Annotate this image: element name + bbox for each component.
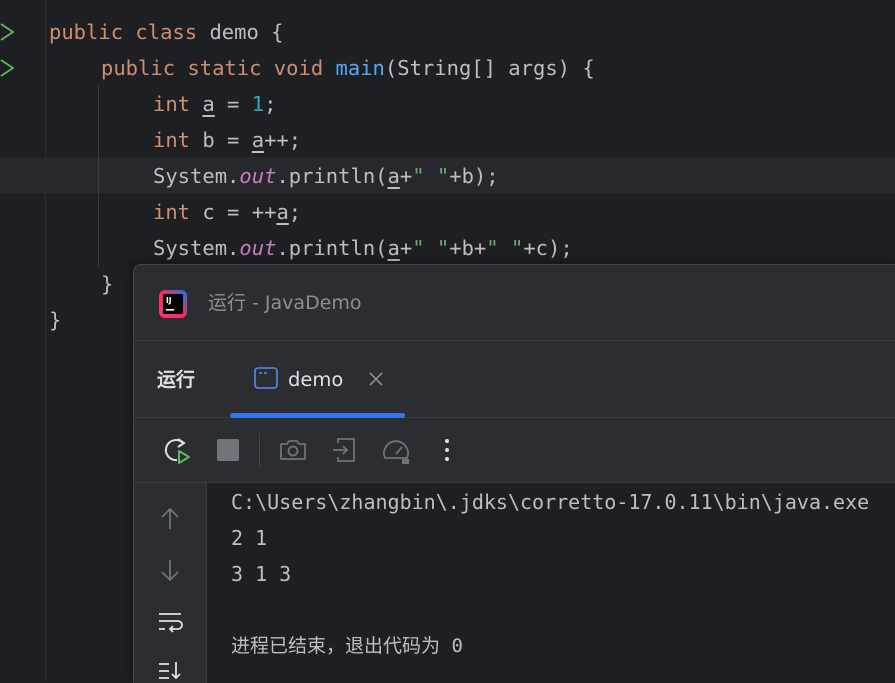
svg-text:IJ: IJ — [166, 296, 172, 305]
run-class-icon[interactable] — [0, 23, 14, 41]
gauge-icon[interactable] — [380, 434, 412, 466]
code-line-8: } — [101, 272, 114, 296]
console-icon — [254, 367, 278, 389]
exit-status-line: 进程已结束，退出代码为 0 — [231, 635, 463, 657]
console-side-toolbar — [134, 483, 207, 683]
intellij-logo-icon: IJ — [159, 290, 187, 318]
arrow-up-icon[interactable] — [156, 505, 184, 533]
soft-wrap-icon[interactable] — [156, 608, 184, 636]
more-vertical-icon[interactable] — [431, 434, 463, 466]
scroll-to-end-icon[interactable] — [156, 658, 184, 683]
stop-icon[interactable] — [212, 434, 244, 466]
console-line: 3 1 3 — [231, 562, 292, 586]
code-line-4: int b = a++; — [153, 128, 302, 152]
console-line: 2 1 — [231, 526, 268, 550]
export-icon[interactable] — [329, 434, 361, 466]
window-title: 运行 - JavaDemo — [208, 292, 362, 314]
code-line-1: public class demo { — [49, 20, 284, 44]
console-output[interactable]: C:\Users\zhangbin\.jdks\corretto-17.0.11… — [207, 483, 895, 683]
indent-guide — [98, 86, 99, 266]
code-line-3: int a = 1; — [153, 92, 277, 116]
code-line-6: int c = ++a; — [153, 200, 302, 224]
code-line-9: } — [49, 308, 62, 332]
tool-window-label: 运行 — [157, 369, 196, 391]
camera-icon[interactable] — [277, 434, 309, 466]
run-toolbar — [134, 418, 895, 483]
toolbar-separator — [259, 433, 260, 467]
console-line: C:\Users\zhangbin\.jdks\corretto-17.0.11… — [231, 490, 870, 514]
run-tabs-bar: 运行 demo — [134, 341, 895, 418]
code-line-2: public static void main(String[] args) { — [101, 56, 595, 80]
run-main-icon[interactable] — [0, 59, 14, 77]
rerun-icon[interactable] — [161, 434, 193, 466]
gutter-divider — [45, 0, 46, 682]
code-line-5: System.out.println(a+" "+b); — [153, 164, 499, 188]
close-icon[interactable] — [366, 369, 386, 389]
tab-demo[interactable]: demo — [230, 341, 405, 418]
arrow-down-icon[interactable] — [156, 556, 184, 584]
run-tool-window: IJ 运行 - JavaDemo 运行 demo C:\Users\zhangb… — [133, 264, 895, 683]
run-window-title-bar[interactable]: IJ 运行 - JavaDemo — [134, 265, 895, 341]
code-line-7: System.out.println(a+" "+b+" "+c); — [153, 236, 573, 260]
tab-label: demo — [288, 368, 344, 391]
